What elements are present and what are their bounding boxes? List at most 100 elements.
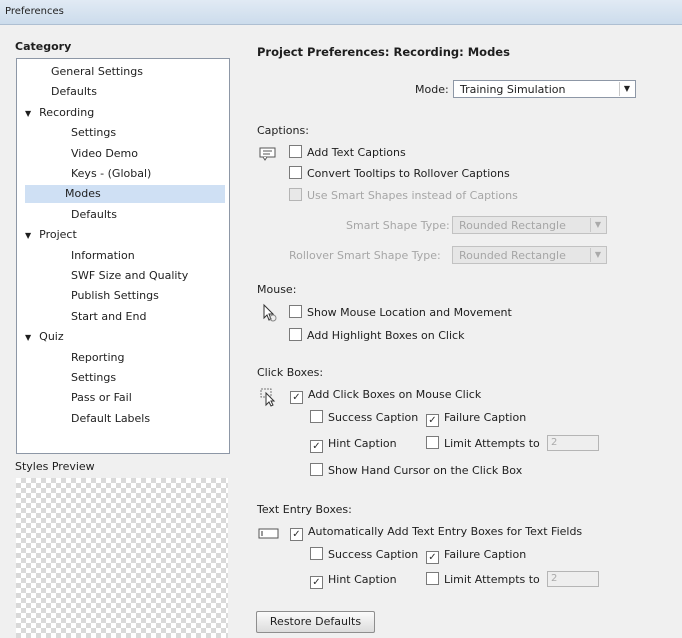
expand-triangle-icon[interactable]: ▼ — [25, 109, 31, 118]
add-click-boxes-checkbox[interactable]: ✓ Add Click Boxes on Mouse Click — [290, 387, 482, 404]
smart-shapes-checkbox[interactable]: Use Smart Shapes instead of Captions — [289, 188, 518, 204]
auto-add-text-entry-checkbox[interactable]: ✓ Automatically Add Text Entry Boxes for … — [290, 524, 583, 541]
expand-triangle-icon[interactable]: ▼ — [25, 231, 31, 240]
click-success-caption-checkbox[interactable]: Success Caption — [310, 410, 418, 426]
convert-tooltips-checkbox[interactable]: Convert Tooltips to Rollover Captions — [289, 166, 510, 182]
checkbox-box[interactable] — [289, 328, 302, 341]
click-hint-caption-checkbox[interactable]: ✓ Hint Caption — [310, 436, 397, 453]
checkbox-box[interactable]: ✓ — [426, 551, 439, 564]
text-hint-caption-label: Hint Caption — [328, 573, 397, 586]
smart-shape-type-label: Smart Shape Type: — [346, 219, 450, 232]
tree-item-label: Quiz — [39, 330, 64, 344]
rollover-shape-type-value: Rounded Rectangle — [459, 249, 566, 262]
chevron-down-icon: ▼ — [590, 218, 605, 232]
tree-item-label: Publish Settings — [71, 289, 159, 303]
checkbox-box[interactable] — [426, 572, 439, 585]
hand-cursor-label: Show Hand Cursor on the Click Box — [328, 464, 523, 477]
highlight-boxes-checkbox[interactable]: Add Highlight Boxes on Click — [289, 328, 464, 344]
tree-item[interactable]: General Settings — [51, 63, 143, 81]
tree-group[interactable]: ▼ Recording — [25, 104, 94, 122]
click-box-icon — [259, 387, 277, 410]
text-hint-caption-checkbox[interactable]: ✓ Hint Caption — [310, 572, 397, 589]
restore-defaults-button[interactable]: Restore Defaults — [256, 611, 375, 633]
checkbox-box[interactable]: ✓ — [290, 528, 303, 541]
checkbox-box[interactable] — [310, 410, 323, 423]
text-failure-caption-checkbox[interactable]: ✓ Failure Caption — [426, 547, 526, 564]
tree-group[interactable]: ▼ Project — [25, 226, 77, 244]
hand-cursor-checkbox[interactable]: Show Hand Cursor on the Click Box — [310, 463, 522, 479]
tree-item[interactable]: Keys - (Global) — [71, 165, 151, 183]
checkbox-box[interactable] — [289, 166, 302, 179]
click-limit-attempts-input[interactable]: 2 — [547, 435, 599, 451]
tree-item[interactable]: Reporting — [71, 349, 124, 367]
mode-label: Mode: — [415, 83, 449, 96]
checkbox-box[interactable] — [310, 547, 323, 560]
smart-shape-type-select[interactable]: Rounded Rectangle ▼ — [452, 216, 607, 234]
expand-triangle-icon[interactable]: ▼ — [25, 333, 31, 342]
tree-item-label: Default Labels — [71, 411, 151, 425]
tree-item-label: Settings — [71, 126, 117, 140]
checkbox-box[interactable]: ✓ — [290, 391, 303, 404]
tree-item-label: Pass or Fail — [71, 391, 132, 405]
tree-item[interactable]: Settings — [71, 369, 116, 387]
smart-shape-type-value: Rounded Rectangle — [459, 219, 566, 232]
tree-item[interactable]: Settings — [71, 124, 116, 142]
show-mouse-label: Show Mouse Location and Movement — [307, 306, 512, 319]
smart-shapes-label: Use Smart Shapes instead of Captions — [307, 189, 518, 202]
mode-select-value: Training Simulation — [460, 83, 566, 96]
click-limit-attempts-checkbox[interactable]: Limit Attempts to — [426, 436, 540, 452]
tree-item-label: Settings — [71, 371, 117, 384]
mode-select[interactable]: Training Simulation ▼ — [453, 80, 636, 98]
checkbox-box[interactable] — [426, 436, 439, 449]
text-limit-attempts-checkbox[interactable]: Limit Attempts to — [426, 572, 540, 588]
tree-item[interactable]: Video Demo — [71, 145, 138, 163]
rollover-shape-type-select[interactable]: Rounded Rectangle ▼ — [452, 246, 607, 264]
tree-item-label: Keys - (Global) — [71, 167, 152, 180]
checkbox-box[interactable] — [289, 188, 302, 201]
click-failure-caption-checkbox[interactable]: ✓ Failure Caption — [426, 410, 527, 427]
tree-item[interactable]: Modes — [25, 185, 225, 204]
checkbox-box[interactable] — [289, 145, 302, 158]
add-text-captions-checkbox[interactable]: Add Text Captions — [289, 145, 406, 161]
checkbox-box[interactable]: ✓ — [310, 440, 323, 453]
checkbox-box[interactable] — [289, 305, 302, 318]
tree-item-label: Video Demo — [71, 146, 138, 160]
text-limit-attempts-label: Limit Attempts to — [444, 573, 540, 586]
tree-item[interactable]: SWF Size and Quality — [71, 267, 188, 285]
checkbox-box[interactable]: ✓ — [310, 576, 323, 589]
tree-item[interactable]: Pass or Fail — [71, 389, 132, 407]
tree-item-label: Modes — [65, 187, 101, 201]
text-limit-attempts-input[interactable]: 2 — [547, 571, 599, 587]
tree-item-label: Reporting — [71, 350, 125, 364]
add-text-captions-label: Add Text Captions — [307, 146, 406, 159]
checkbox-box[interactable] — [310, 463, 323, 476]
title-bar: Preferences — [0, 0, 682, 25]
caption-icon — [259, 147, 279, 164]
category-tree[interactable]: General Settings Defaults ▼ Recording Settin… — [16, 58, 230, 454]
tree-item-label: Start and End — [71, 309, 147, 323]
category-label: Category — [15, 40, 72, 53]
tree-item[interactable]: Information — [71, 247, 135, 265]
add-click-boxes-label: Add Click Boxes on Mouse Click — [308, 388, 482, 401]
panel-title: Project Preferences: Recording: Modes — [257, 45, 510, 59]
tree-item[interactable]: Start and End — [71, 308, 146, 326]
text-entry-icon — [258, 528, 280, 543]
text-success-caption-checkbox[interactable]: Success Caption — [310, 547, 418, 563]
tree-group[interactable]: ▼ Quiz — [25, 328, 64, 346]
mouse-pointer-icon — [261, 303, 277, 326]
tree-item[interactable]: Publish Settings — [71, 287, 159, 305]
checkbox-box[interactable]: ✓ — [426, 414, 439, 427]
show-mouse-checkbox[interactable]: Show Mouse Location and Movement — [289, 305, 512, 321]
rollover-shape-type-label: Rollover Smart Shape Type: — [289, 249, 441, 262]
auto-add-text-entry-label: Automatically Add Text Entry Boxes for T… — [308, 525, 583, 538]
tree-item-label: Defaults — [71, 207, 117, 221]
tree-item[interactable]: Defaults — [71, 206, 117, 224]
tree-item[interactable]: Default Labels — [71, 410, 150, 428]
tree-item[interactable]: Defaults — [51, 83, 97, 101]
convert-tooltips-label: Convert Tooltips to Rollover Captions — [307, 167, 510, 180]
click-failure-caption-label: Failure Caption — [444, 411, 527, 424]
text-success-caption-label: Success Caption — [328, 548, 419, 561]
mouse-header: Mouse: — [257, 283, 297, 296]
window-title: Preferences — [5, 6, 64, 17]
tree-item-label: Information — [71, 248, 135, 262]
